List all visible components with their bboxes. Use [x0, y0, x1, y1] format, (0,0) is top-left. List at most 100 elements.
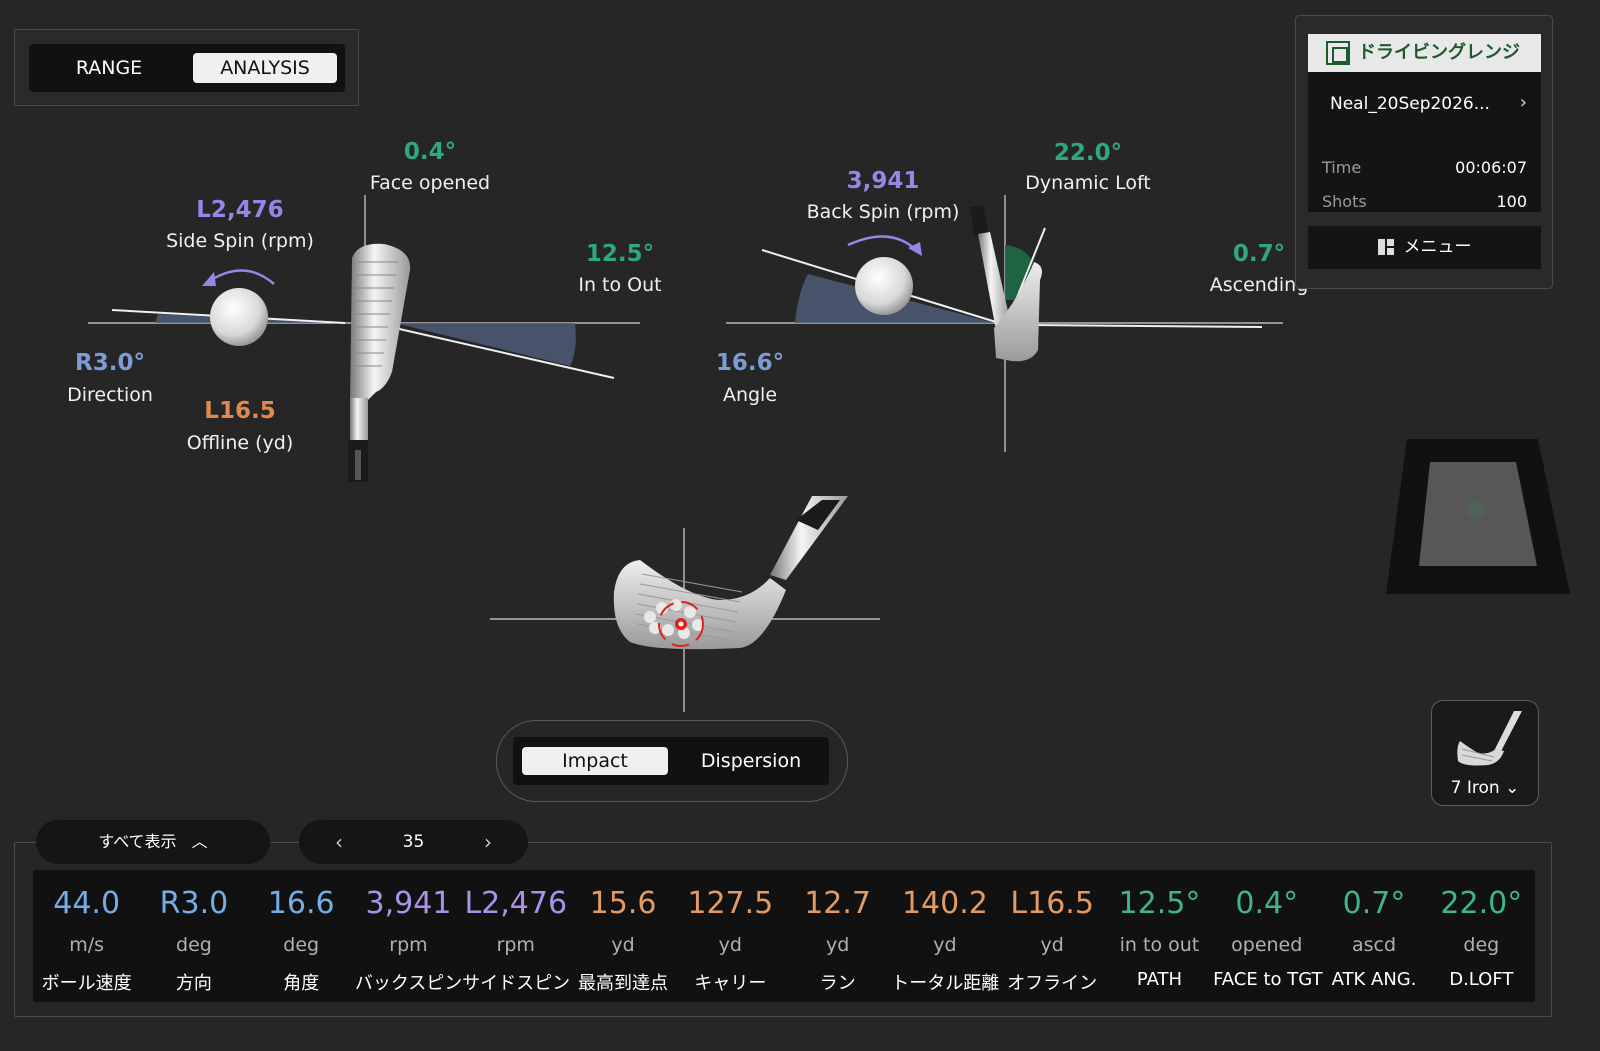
metric-value: 0.4°: [1235, 886, 1299, 921]
session-time-value: 00:06:07: [1455, 158, 1527, 177]
metric-value: 16.6: [267, 886, 335, 921]
metric-name: キャリー: [694, 973, 767, 994]
metric-column: L2,476 rpm サイドスピン: [462, 870, 571, 1002]
side-spin-value: L2,476: [196, 197, 284, 223]
metric-column: 22.0° deg D.LOFT: [1428, 870, 1535, 1002]
metric-name: PATH: [1136, 969, 1183, 990]
impact-tab[interactable]: Impact: [522, 747, 668, 775]
metric-value: R3.0: [159, 886, 229, 921]
golf-ball: [855, 257, 913, 315]
metric-value: 3,941: [365, 886, 452, 921]
offline-label: Offline (yd): [186, 432, 294, 454]
metric-name: FACE to TGT: [1213, 969, 1323, 990]
metric-unit: yd: [933, 934, 957, 956]
path-wedge: [395, 323, 576, 366]
metric-unit: yd: [1040, 934, 1064, 956]
metric-name: オフライン: [1007, 973, 1098, 994]
back-spin-value: 3,941: [846, 168, 920, 194]
chevron-down-icon: ⌄: [1505, 778, 1520, 798]
metric-name: サイドスピン: [462, 973, 571, 994]
metric-name: 角度: [283, 973, 320, 994]
metric-name: 方向: [175, 973, 212, 994]
metric-unit: deg: [283, 934, 320, 956]
golf-ball: [210, 288, 268, 346]
arrow-head-icon: [202, 272, 216, 286]
metric-value: 12.7: [804, 886, 871, 921]
menu-label: メニュー: [1403, 237, 1472, 257]
side-spin-arrow: [207, 269, 275, 285]
back-spin-label: Back Spin (rpm): [806, 201, 960, 223]
metric-value: 0.7°: [1342, 886, 1406, 921]
shot-number: 35: [402, 832, 425, 852]
attack-line: [1029, 324, 1263, 328]
metric-value: 15.6: [589, 886, 657, 921]
dynamic-loft-label: Dynamic Loft: [1025, 172, 1151, 194]
face-angle-value: 0.4°: [403, 139, 457, 165]
metric-value: L2,476: [464, 886, 568, 921]
metric-column: 12.7 yd ラン: [784, 870, 891, 1002]
session-name-link[interactable]: Neal_20Sep2026...: [1330, 94, 1490, 114]
session-time-label: Time: [1322, 158, 1362, 177]
metric-value: 127.5: [687, 886, 774, 921]
metric-value: 22.0°: [1440, 886, 1523, 921]
metrics-table: 44.0 m/s ボール速度 R3.0 deg 方向 16.6 deg 角度 3,941 rpm バッ…: [33, 870, 1535, 1002]
metric-name: トータル距離: [891, 973, 1000, 994]
metric-column: 16.6 deg 角度: [248, 870, 355, 1002]
metric-column: 140.2 yd トータル距離: [891, 870, 1000, 1002]
metric-name: 最高到達点: [578, 973, 669, 994]
metric-unit: ascd: [1351, 934, 1397, 956]
session-shots-label: Shots: [1322, 192, 1367, 211]
metric-value: 140.2: [901, 886, 988, 921]
metric-value: 44.0: [53, 886, 121, 921]
next-shot-button[interactable]: ›: [484, 820, 492, 864]
metric-unit: rpm: [389, 934, 428, 956]
face-impact-diagram: [490, 496, 880, 712]
session-time-row: Time 00:06:07: [1322, 158, 1527, 177]
session-shots-row: Shots 100: [1322, 192, 1527, 211]
face-angle-label: Face opened: [369, 172, 491, 194]
dispersion-tab[interactable]: Dispersion: [683, 747, 819, 775]
club-name: 7 Iron: [1450, 778, 1500, 798]
launch-angle-label: Angle: [722, 384, 778, 406]
metric-name: ボール速度: [41, 973, 132, 994]
metric-column: 15.6 yd 最高到達点: [569, 870, 676, 1002]
show-all-button[interactable]: すべて表示 ︿: [36, 820, 270, 864]
metric-unit: yd: [825, 934, 850, 956]
menu-button[interactable]: メニュー: [1308, 226, 1541, 269]
dynamic-loft-value: 22.0°: [1053, 140, 1123, 166]
club-selector[interactable]: 7 Iron ⌄: [1431, 700, 1539, 806]
chevron-up-icon: ︿: [191, 832, 208, 851]
club-label: 7 Iron ⌄: [1432, 778, 1538, 798]
metric-column: 0.4° opened FACE to TGT: [1213, 870, 1323, 1002]
shot-navigator: ‹ 35 ›: [299, 820, 528, 864]
session-panel: ドライビングレンジ Neal_20Sep2026... › Time 00:06…: [1295, 15, 1553, 289]
metric-column: R3.0 deg 方向: [140, 870, 247, 1002]
session-title: ドライビングレンジ: [1358, 42, 1520, 63]
back-spin-arrow: [847, 235, 919, 253]
show-all-label: すべて表示: [98, 832, 177, 851]
metric-unit: deg: [176, 934, 212, 956]
metric-column: 12.5° in to out PATH: [1106, 870, 1213, 1002]
session-header: ドライビングレンジ: [1308, 34, 1541, 72]
hitting-mat-icon: [1386, 439, 1570, 594]
metric-column: L16.5 yd オフライン: [999, 870, 1106, 1002]
session-shots-value: 100: [1496, 192, 1527, 211]
metric-column: 44.0 m/s ボール速度: [33, 870, 140, 1002]
metric-name: ラン: [819, 973, 856, 994]
view-toggle: Impact Dispersion: [496, 720, 848, 802]
side-view-diagram: [726, 195, 1283, 452]
launch-angle-value: 16.6°: [715, 350, 785, 376]
metric-column: 127.5 yd キャリー: [677, 870, 784, 1002]
metric-unit: m/s: [69, 934, 105, 956]
menu-icon: [1377, 239, 1396, 255]
iron-club-icon: [1457, 711, 1522, 766]
iron-top-view: [348, 243, 411, 482]
metric-name: D.LOFT: [1449, 969, 1514, 990]
metric-unit: opened: [1231, 934, 1303, 956]
metric-name: ATK ANG.: [1331, 969, 1417, 990]
metric-unit: in to out: [1119, 934, 1200, 956]
metric-column: 0.7° ascd ATK ANG.: [1320, 870, 1427, 1002]
chevron-right-icon[interactable]: ›: [1520, 92, 1527, 113]
side-spin-label: Side Spin (rpm): [166, 230, 314, 252]
metric-unit: rpm: [496, 934, 535, 956]
